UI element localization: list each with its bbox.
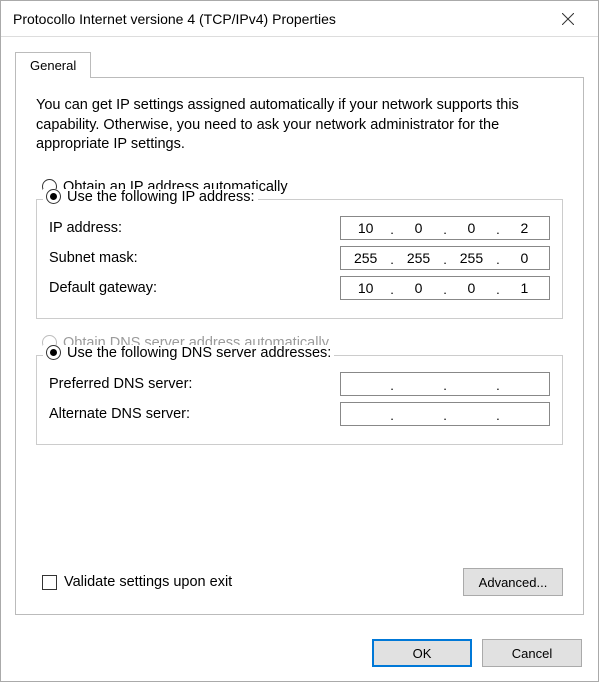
close-button[interactable] (548, 4, 588, 34)
gateway-octet-3[interactable] (447, 277, 496, 299)
tab-panel-general: You can get IP settings assigned automat… (15, 77, 584, 615)
validate-checkbox-row[interactable]: Validate settings upon exit (42, 574, 232, 590)
adns-octet-2[interactable] (394, 403, 443, 425)
radio-icon (46, 345, 61, 360)
radio-dns-manual-label: Use the following DNS server addresses: (67, 345, 331, 361)
gateway-octet-4[interactable] (500, 277, 549, 299)
radio-icon (46, 189, 61, 204)
input-default-gateway[interactable]: . . . (340, 276, 550, 300)
row-preferred-dns: Preferred DNS server: . . . (49, 372, 550, 396)
cancel-button[interactable]: Cancel (482, 639, 582, 667)
label-ip: IP address: (49, 220, 122, 236)
ip-octet-3[interactable] (447, 217, 496, 239)
input-subnet-mask[interactable]: . . . (340, 246, 550, 270)
dialog-footer: OK Cancel (1, 629, 598, 681)
validate-label: Validate settings upon exit (64, 574, 232, 590)
checkbox-icon (42, 575, 57, 590)
label-preferred-dns: Preferred DNS server: (49, 376, 192, 392)
subnet-octet-1[interactable] (341, 247, 390, 269)
ip-octet-2[interactable] (394, 217, 443, 239)
pdns-octet-2[interactable] (394, 373, 443, 395)
description-text: You can get IP settings assigned automat… (36, 96, 563, 155)
label-alternate-dns: Alternate DNS server: (49, 406, 190, 422)
row-alternate-dns: Alternate DNS server: . . . (49, 402, 550, 426)
radio-dns-manual[interactable]: Use the following DNS server addresses: (43, 345, 334, 361)
bottom-row: Validate settings upon exit Advanced... (36, 568, 563, 596)
row-default-gateway: Default gateway: . . . (49, 276, 550, 300)
close-icon (562, 13, 574, 25)
titlebar: Protocollo Internet versione 4 (TCP/IPv4… (1, 1, 598, 37)
ip-octet-1[interactable] (341, 217, 390, 239)
advanced-button[interactable]: Advanced... (463, 568, 563, 596)
gateway-octet-1[interactable] (341, 277, 390, 299)
radio-ip-manual-label: Use the following IP address: (67, 189, 255, 205)
pdns-octet-4[interactable] (500, 373, 549, 395)
window-title: Protocollo Internet versione 4 (TCP/IPv4… (13, 11, 548, 27)
adns-octet-1[interactable] (341, 403, 390, 425)
pdns-octet-1[interactable] (341, 373, 390, 395)
input-preferred-dns[interactable]: . . . (340, 372, 550, 396)
adns-octet-3[interactable] (447, 403, 496, 425)
ip-fieldset: Use the following IP address: IP address… (36, 199, 563, 319)
label-gateway: Default gateway: (49, 280, 157, 296)
pdns-octet-3[interactable] (447, 373, 496, 395)
input-alternate-dns[interactable]: . . . (340, 402, 550, 426)
row-subnet-mask: Subnet mask: . . . (49, 246, 550, 270)
subnet-octet-3[interactable] (447, 247, 496, 269)
label-subnet: Subnet mask: (49, 250, 138, 266)
adns-octet-4[interactable] (500, 403, 549, 425)
ip-octet-4[interactable] (500, 217, 549, 239)
subnet-octet-2[interactable] (394, 247, 443, 269)
gateway-octet-2[interactable] (394, 277, 443, 299)
radio-ip-manual[interactable]: Use the following IP address: (43, 189, 258, 205)
row-ip-address: IP address: . . . (49, 216, 550, 240)
tab-general[interactable]: General (15, 52, 91, 78)
tab-strip: General (15, 51, 584, 77)
subnet-octet-4[interactable] (500, 247, 549, 269)
dialog-body: General You can get IP settings assigned… (1, 37, 598, 629)
input-ip-address[interactable]: . . . (340, 216, 550, 240)
ok-button[interactable]: OK (372, 639, 472, 667)
dialog-window: Protocollo Internet versione 4 (TCP/IPv4… (0, 0, 599, 682)
dns-fieldset: Use the following DNS server addresses: … (36, 355, 563, 445)
